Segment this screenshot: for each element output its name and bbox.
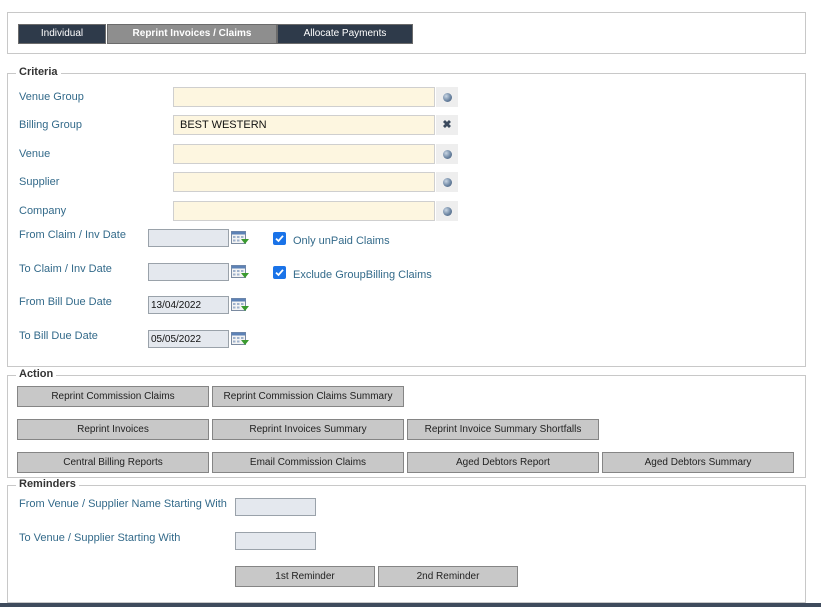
venue-lookup-button[interactable] <box>436 144 458 164</box>
globe-icon <box>442 149 452 159</box>
venue-group-lookup-button[interactable] <box>436 87 458 107</box>
billing-group-label: Billing Group <box>19 119 82 131</box>
aged-debtors-report-button[interactable]: Aged Debtors Report <box>407 452 599 473</box>
reminders-to-input[interactable] <box>235 532 316 550</box>
venue-label: Venue <box>19 148 51 160</box>
check-icon <box>275 269 284 277</box>
globe-icon <box>442 206 452 216</box>
company-lookup-button[interactable] <box>436 201 458 221</box>
calendar-icon[interactable] <box>231 264 249 280</box>
close-icon: ✖ <box>442 118 452 131</box>
venue-group-label: Venue Group <box>19 91 84 103</box>
calendar-icon[interactable] <box>231 297 249 313</box>
tab-strip: Individual Reprint Invoices / Claims All… <box>7 12 806 54</box>
from-claim-date-input[interactable] <box>148 229 229 247</box>
company-label: Company <box>19 205 67 217</box>
email-commission-claims-button[interactable]: Email Commission Claims <box>212 452 404 473</box>
from-bill-due-label: From Bill Due Date <box>19 296 112 308</box>
calendar-icon[interactable] <box>231 230 249 246</box>
reminders-legend: Reminders <box>16 478 79 491</box>
aged-debtors-summary-button[interactable]: Aged Debtors Summary <box>602 452 794 473</box>
reminders-from-label: From Venue / Supplier Name Starting With <box>19 498 227 510</box>
only-unpaid-checkbox[interactable] <box>273 232 286 245</box>
supplier-label: Supplier <box>19 176 60 188</box>
exclude-groupbilling-checkbox[interactable] <box>273 266 286 279</box>
check-icon <box>275 235 284 243</box>
to-claim-date-input[interactable] <box>148 263 229 281</box>
tab-reprint-invoices-claims[interactable]: Reprint Invoices / Claims <box>107 24 277 44</box>
billing-group-clear-button[interactable]: ✖ <box>436 115 458 135</box>
globe-icon <box>442 177 452 187</box>
from-bill-due-input[interactable] <box>148 296 229 314</box>
reminders-from-input[interactable] <box>235 498 316 516</box>
venue-input[interactable] <box>173 144 435 164</box>
exclude-groupbilling-label: Exclude GroupBilling Claims <box>293 269 432 281</box>
first-reminder-button[interactable]: 1st Reminder <box>235 566 375 587</box>
venue-group-input[interactable] <box>173 87 435 107</box>
footer-bar <box>0 603 821 607</box>
reprint-invoices-button[interactable]: Reprint Invoices <box>17 419 209 440</box>
tab-allocate-payments[interactable]: Allocate Payments <box>277 24 413 44</box>
reprint-invoices-summary-button[interactable]: Reprint Invoices Summary <box>212 419 404 440</box>
globe-icon <box>442 92 452 102</box>
criteria-legend: Criteria <box>16 66 61 79</box>
only-unpaid-label: Only unPaid Claims <box>293 235 390 247</box>
supplier-lookup-button[interactable] <box>436 172 458 192</box>
from-claim-date-label: From Claim / Inv Date <box>19 229 126 241</box>
central-billing-reports-button[interactable]: Central Billing Reports <box>17 452 209 473</box>
to-bill-due-label: To Bill Due Date <box>19 330 98 342</box>
billing-group-input[interactable] <box>173 115 435 135</box>
second-reminder-button[interactable]: 2nd Reminder <box>378 566 518 587</box>
to-bill-due-input[interactable] <box>148 330 229 348</box>
to-claim-date-label: To Claim / Inv Date <box>19 263 112 275</box>
reprint-commission-claims-summary-button[interactable]: Reprint Commission Claims Summary <box>212 386 404 407</box>
tab-individual[interactable]: Individual <box>18 24 106 44</box>
reminders-to-label: To Venue / Supplier Starting With <box>19 532 181 544</box>
company-input[interactable] <box>173 201 435 221</box>
action-legend: Action <box>16 368 57 381</box>
reprint-commission-claims-button[interactable]: Reprint Commission Claims <box>17 386 209 407</box>
supplier-input[interactable] <box>173 172 435 192</box>
calendar-icon[interactable] <box>231 331 249 347</box>
reprint-invoice-summary-shortfalls-button[interactable]: Reprint Invoice Summary Shortfalls <box>407 419 599 440</box>
